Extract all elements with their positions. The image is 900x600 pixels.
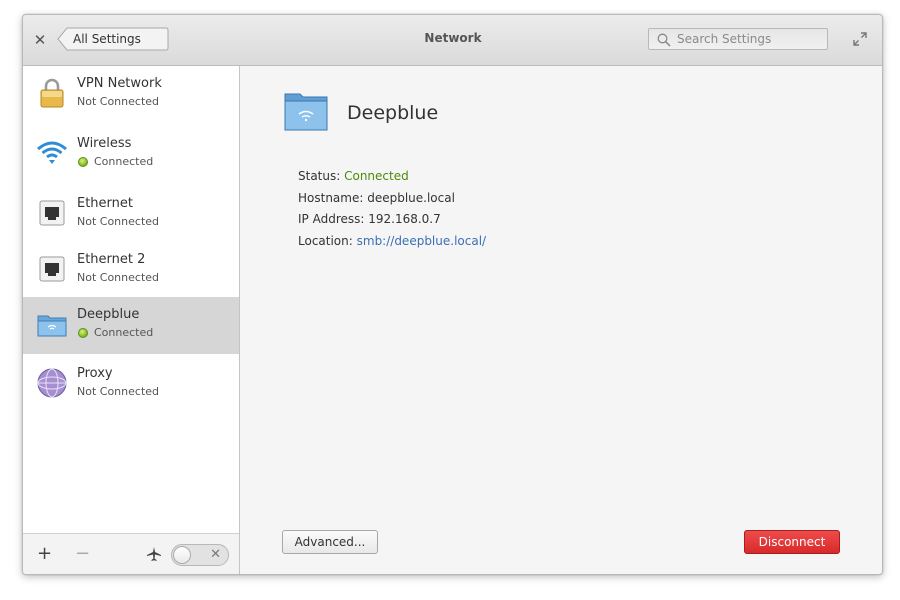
switch-off-icon: ✕: [210, 547, 221, 562]
remove-connection-button[interactable]: −: [75, 543, 90, 564]
hostname-row: Hostname: deepblue.local: [298, 190, 455, 205]
sidebar-item-status: Not Connected: [77, 385, 160, 398]
add-connection-button[interactable]: +: [37, 543, 52, 564]
sidebar-item-name: Deepblue: [77, 307, 140, 322]
status-label: Status:: [298, 169, 345, 183]
sidebar-item-name: Wireless: [77, 136, 132, 151]
sidebar-item-status: Not Connected: [77, 271, 160, 284]
sidebar-item-status: Not Connected: [77, 215, 160, 228]
location-link[interactable]: smb://deepblue.local/: [357, 234, 486, 248]
sidebar-footer: + − ✕: [23, 533, 239, 574]
sidebar-item-deepblue[interactable]: Deepblue Connected: [23, 297, 239, 354]
lock-icon: [40, 78, 64, 108]
advanced-button[interactable]: Advanced...: [282, 530, 378, 554]
network-folder-icon: [284, 93, 328, 131]
window-title: Network: [424, 31, 482, 45]
sidebar-item-proxy[interactable]: Proxy Not Connected: [23, 356, 239, 413]
ip-address-row: IP Address: 192.168.0.7: [298, 212, 441, 226]
search-box[interactable]: [648, 28, 828, 50]
sidebar-item-status: Connected: [94, 155, 154, 168]
status-value: Connected: [344, 169, 409, 183]
wifi-icon: [37, 141, 67, 164]
sidebar-item-vpn-network[interactable]: VPN Network Not Connected: [23, 66, 239, 123]
connection-details: Status: Connected Hostname: deepblue.loc…: [298, 166, 486, 252]
sidebar-item-name: Ethernet: [77, 196, 133, 211]
all-settings-label: All Settings: [73, 32, 141, 46]
search-icon: [657, 33, 671, 47]
connected-status-dot: [78, 157, 88, 167]
status-row: Status: Connected: [298, 166, 486, 188]
sidebar-item-status: Connected: [94, 326, 154, 339]
network-sidebar: VPN Network Not Connected Wireless Conne…: [23, 66, 240, 574]
airplane-icon: [147, 547, 161, 561]
location-label: Location:: [298, 233, 357, 248]
header-bar: ✕ All Settings Network: [23, 15, 882, 66]
maximize-icon[interactable]: [852, 31, 868, 47]
switch-knob: [173, 546, 191, 564]
location-row: Location: smb://deepblue.local/: [298, 231, 486, 253]
ethernet-icon: [39, 256, 65, 282]
main-panel: Deepblue Status: Connected Hostname: dee…: [240, 66, 882, 574]
settings-window: ✕ All Settings Network V: [22, 14, 883, 575]
globe-icon: [37, 368, 67, 398]
sidebar-item-status: Not Connected: [77, 95, 160, 108]
ethernet-icon: [39, 200, 65, 226]
page-title: Deepblue: [347, 102, 439, 124]
airplane-mode-switch[interactable]: ✕: [171, 544, 229, 566]
sidebar-item-name: Ethernet 2: [77, 252, 146, 267]
disconnect-button[interactable]: Disconnect: [744, 530, 840, 554]
search-input[interactable]: [677, 29, 823, 49]
connected-status-dot: [78, 328, 88, 338]
sidebar-item-wireless[interactable]: Wireless Connected: [23, 126, 239, 183]
sidebar-item-ethernet[interactable]: Ethernet Not Connected: [23, 186, 239, 243]
sidebar-item-name: Proxy: [77, 366, 113, 381]
sidebar-item-ethernet-2[interactable]: Ethernet 2 Not Connected: [23, 242, 239, 299]
sidebar-item-name: VPN Network: [77, 76, 162, 91]
close-icon[interactable]: ✕: [32, 31, 48, 49]
network-folder-icon: [37, 315, 67, 337]
all-settings-button[interactable]: All Settings: [57, 27, 169, 51]
